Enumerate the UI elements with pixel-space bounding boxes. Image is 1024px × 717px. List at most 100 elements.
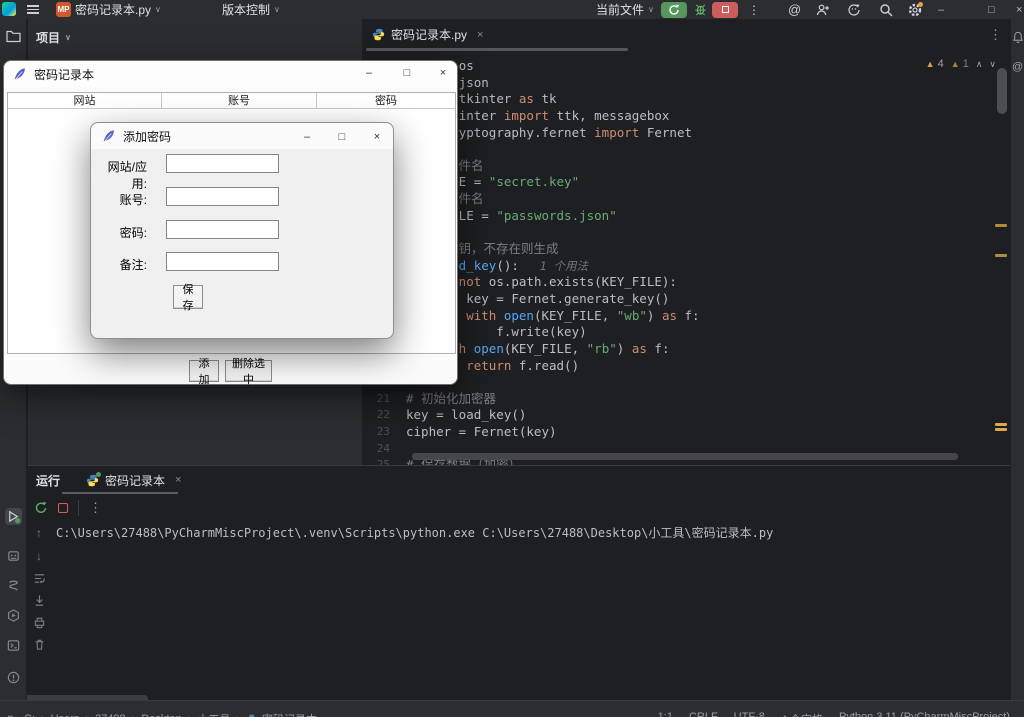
- code-line[interactable]: 23 cipher = Fernet(key): [362, 424, 1010, 441]
- maximize-button[interactable]: □: [988, 0, 1016, 19]
- tk-main-maximize-button[interactable]: □: [396, 64, 418, 82]
- breadcrumb-item[interactable]: Users: [51, 713, 80, 717]
- code-line[interactable]: 2import json: [362, 75, 1010, 92]
- tk-dialog-titlebar[interactable]: 添加密码 – □ ×: [91, 123, 393, 149]
- indent-widget[interactable]: 4 个空格: [781, 711, 823, 717]
- code-line[interactable]: 11: [362, 224, 1010, 241]
- error-stripe-mark[interactable]: [995, 423, 1007, 426]
- caret-position-widget[interactable]: 1:1: [658, 711, 673, 717]
- note-input[interactable]: [166, 252, 279, 271]
- debug-button[interactable]: [694, 0, 707, 19]
- project-widget[interactable]: MP 密码记录本.py ∨: [56, 0, 161, 19]
- code-line[interactable]: 8KEY_FILE = "secret.key": [362, 174, 1010, 191]
- print-button[interactable]: [33, 616, 46, 629]
- save-button[interactable]: 保存: [173, 284, 203, 312]
- tk-dialog-maximize-button[interactable]: □: [331, 128, 353, 146]
- stop-button[interactable]: [712, 1, 738, 18]
- tk-main-close-button[interactable]: ×: [432, 64, 454, 82]
- main-menu-button[interactable]: [27, 0, 39, 19]
- tab-close-icon[interactable]: ×: [477, 29, 483, 41]
- breadcrumb-item[interactable]: C:: [24, 713, 35, 717]
- code-line[interactable]: 12# 加载密钥，不存在则生成: [362, 241, 1010, 258]
- ai-assistant-tool-button[interactable]: @: [1012, 61, 1023, 73]
- tk-dialog-minimize-button[interactable]: –: [296, 128, 318, 146]
- console-more-button[interactable]: ⋮: [89, 500, 102, 516]
- breadcrumb-item[interactable]: 小工具: [197, 711, 230, 717]
- problems-tool-button[interactable]: [5, 669, 22, 686]
- terminal-tool-button[interactable]: [5, 637, 22, 654]
- breadcrumb-item[interactable]: 密码记录本.py: [262, 711, 332, 717]
- code-line[interactable]: 22 key = load_key(): [362, 407, 1010, 424]
- breadcrumb-item[interactable]: Desktop: [141, 713, 181, 717]
- tk-main-minimize-button[interactable]: –: [358, 64, 380, 82]
- rerun-button[interactable]: [661, 1, 687, 18]
- code-line[interactable]: 9# 数据文件名: [362, 191, 1010, 208]
- editor-h-scrollbar[interactable]: [412, 453, 958, 460]
- code-line[interactable]: 10DATA_FILE = "passwords.json": [362, 208, 1010, 225]
- interpreter-widget[interactable]: Python 3.11 (PyCharmMiscProject): [839, 711, 1010, 717]
- code-with-me-button[interactable]: [816, 0, 830, 19]
- soft-wrap-button[interactable]: [33, 572, 46, 585]
- down-stacktrace-button[interactable]: ↓: [36, 549, 42, 563]
- code-line[interactable]: 19 return f.read(): [362, 358, 1010, 375]
- account-input[interactable]: [166, 187, 279, 206]
- vcs-widget[interactable]: 版本控制 ∨: [222, 0, 280, 19]
- project-tool-button[interactable]: [5, 28, 22, 45]
- next-problem-button[interactable]: ∨: [989, 59, 996, 70]
- error-stripe-mark[interactable]: [995, 428, 1007, 431]
- column-header-website[interactable]: 网站: [8, 93, 162, 108]
- code-line[interactable]: 3import tkinter as tk: [362, 91, 1010, 108]
- up-stacktrace-button[interactable]: ↑: [36, 526, 42, 540]
- line-ending-widget[interactable]: CRLF: [689, 711, 718, 717]
- code-line[interactable]: 14 if not os.path.exists(KEY_FILE):: [362, 274, 1010, 291]
- code-line[interactable]: 18 with open(KEY_FILE, "rb") as f:: [362, 341, 1010, 358]
- code-line[interactable]: 17 f.write(key): [362, 324, 1010, 341]
- editor[interactable]: 1import os2import json3import tkinter as…: [362, 55, 1010, 465]
- prev-problem-button[interactable]: ∧: [976, 59, 983, 70]
- code-line[interactable]: 5from cryptography.fernet import Fernet: [362, 125, 1010, 142]
- rerun-console-button[interactable]: [34, 501, 48, 515]
- code-line[interactable]: 1import os: [362, 58, 1010, 75]
- tk-dialog-close-button[interactable]: ×: [366, 128, 388, 146]
- editor-v-scrollbar[interactable]: [997, 68, 1007, 114]
- sync-button[interactable]: [847, 0, 861, 19]
- code-line[interactable]: 16 with open(KEY_FILE, "wb") as f:: [362, 308, 1010, 325]
- error-stripe-mark[interactable]: [995, 224, 1007, 227]
- code-line[interactable]: 15 key = Fernet.generate_key(): [362, 291, 1010, 308]
- website-input[interactable]: [166, 154, 279, 173]
- scroll-to-end-button[interactable]: [33, 594, 46, 607]
- run-tab-close-icon[interactable]: ×: [175, 474, 181, 486]
- run-tab[interactable]: 密码记录本 ×: [86, 471, 181, 489]
- run-more-button[interactable]: ⋮: [748, 0, 760, 19]
- minimize-button[interactable]: –: [938, 0, 966, 19]
- code-line[interactable]: 13def load_key(): 1 个用法: [362, 258, 1010, 275]
- code-line[interactable]: 4from tkinter import ttk, messagebox: [362, 108, 1010, 125]
- close-button[interactable]: ×: [1016, 0, 1024, 19]
- tk-main-titlebar[interactable]: 密码记录本 – □ ×: [4, 61, 457, 87]
- search-everywhere-button[interactable]: [879, 0, 893, 19]
- notifications-button[interactable]: [1012, 31, 1024, 44]
- services-tool-button[interactable]: [5, 607, 22, 624]
- inspections-widget[interactable]: ▲ 4 ▲ 1 ∧ ∨: [926, 58, 996, 70]
- settings-button[interactable]: [908, 0, 923, 19]
- column-header-account[interactable]: 账号: [162, 93, 317, 108]
- python-packages-tool-button[interactable]: [5, 547, 22, 564]
- console-output[interactable]: C:\Users\27488\PyCharmMiscProject\.venv\…: [56, 524, 773, 541]
- run-config-widget[interactable]: 当前文件 ∨: [596, 0, 654, 19]
- python-console-tool-button[interactable]: [5, 577, 22, 594]
- tab-options-button[interactable]: ⋮: [989, 27, 1002, 43]
- stop-console-button[interactable]: [58, 503, 68, 513]
- delete-selected-button[interactable]: 删除选中: [225, 358, 272, 386]
- add-button[interactable]: 添加: [189, 358, 219, 386]
- password-input[interactable]: [166, 220, 279, 239]
- project-panel-header[interactable]: 项目 ∨: [36, 29, 71, 46]
- run-tool-button[interactable]: [5, 508, 22, 525]
- editor-tab[interactable]: 密码记录本.py ×: [372, 26, 483, 43]
- code-line[interactable]: 6: [362, 141, 1010, 158]
- clear-button[interactable]: [33, 638, 46, 651]
- ai-assistant-button[interactable]: @: [788, 0, 801, 19]
- error-stripe-mark[interactable]: [995, 254, 1007, 257]
- code-line[interactable]: 20: [362, 374, 1010, 391]
- column-header-password[interactable]: 密码: [317, 93, 455, 108]
- encoding-widget[interactable]: UTF-8: [734, 711, 765, 717]
